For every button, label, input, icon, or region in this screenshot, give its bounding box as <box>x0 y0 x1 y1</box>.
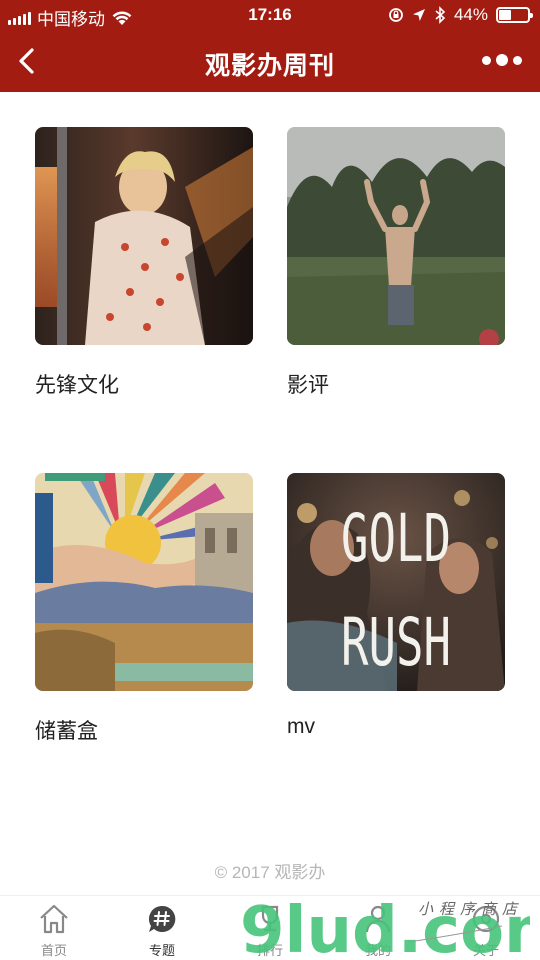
copyright-footer: © 2017 观影办 <box>214 863 326 882</box>
home-icon <box>40 904 68 934</box>
tab-mine[interactable]: 我的 <box>324 902 432 959</box>
card-label: 影评 <box>287 374 329 397</box>
topic-card-savings-box[interactable]: 储蓄盒 <box>35 473 253 745</box>
tab-label: 专题 <box>148 943 175 958</box>
battery-icon <box>496 7 533 23</box>
tab-bar: 首页 专题 排行 我的 关于 <box>0 895 540 960</box>
tab-topics[interactable]: 专题 <box>108 902 216 959</box>
info-icon <box>472 905 500 933</box>
page-title: 观影办周刊 <box>204 52 335 80</box>
topic-card-mv[interactable]: GOLD RUSH mv <box>287 473 505 739</box>
poster-title-line-1: GOLD <box>341 500 451 577</box>
more-menu-icon[interactable] <box>482 54 522 66</box>
card-image[interactable] <box>35 473 253 691</box>
card-label: 储蓄盒 <box>35 720 98 743</box>
tab-label: 我的 <box>364 943 391 958</box>
poster-title-line-2: RUSH <box>341 604 451 681</box>
orientation-lock-icon <box>389 8 403 22</box>
card-image[interactable] <box>35 127 253 345</box>
topic-card-avant-garde[interactable]: 先锋文化 <box>35 127 253 399</box>
bluetooth-icon <box>435 6 446 24</box>
nav-bar: 观影办周刊 <box>0 30 540 92</box>
person-icon <box>365 905 391 933</box>
card-label: mv <box>287 715 315 738</box>
card-image[interactable]: GOLD RUSH <box>287 473 505 691</box>
tab-ranking[interactable]: 排行 <box>216 902 324 959</box>
location-icon <box>412 9 425 21</box>
hashtag-bubble-icon <box>148 905 176 932</box>
battery-percent: 44% <box>453 5 488 24</box>
trophy-icon <box>261 905 279 932</box>
tab-label: 排行 <box>256 943 283 958</box>
card-image[interactable] <box>287 127 505 345</box>
tab-label: 首页 <box>40 943 67 958</box>
topic-card-reviews[interactable]: 影评 <box>287 127 505 399</box>
card-label: 先锋文化 <box>35 374 119 397</box>
tab-home[interactable]: 首页 <box>0 902 108 959</box>
status-bar: 中国移动 17:16 44% <box>0 0 540 30</box>
tab-label: 关于 <box>472 943 499 958</box>
tab-about[interactable]: 关于 <box>432 902 540 959</box>
